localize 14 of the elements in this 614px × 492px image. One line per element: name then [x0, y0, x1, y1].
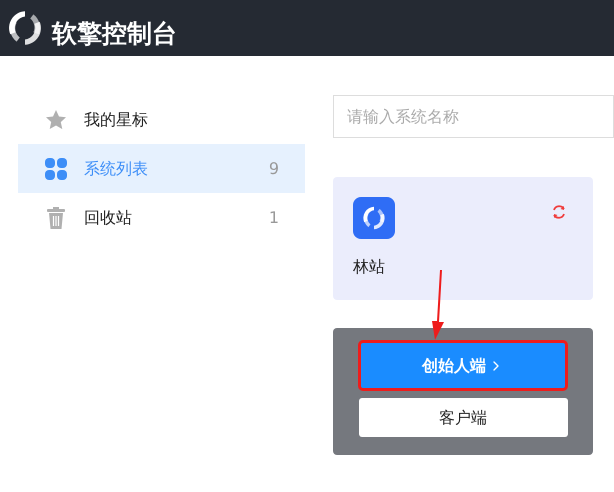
star-icon: [44, 108, 68, 132]
app-title: 软擎控制台: [52, 18, 177, 50]
refresh-icon[interactable]: [551, 204, 567, 220]
system-card[interactable]: 林站: [333, 177, 593, 300]
search-field[interactable]: 请输入系统名称: [333, 95, 614, 138]
item-label: 我的星标: [84, 108, 149, 130]
item-label: 回收站: [84, 206, 133, 228]
item-count: 9: [268, 158, 279, 180]
client-button[interactable]: 客户端: [358, 398, 568, 437]
grid-icon: [44, 156, 68, 180]
system-name: 林站: [353, 256, 386, 278]
item-label: 系统列表: [84, 158, 149, 180]
item-count: 1: [268, 206, 279, 228]
trash-icon: [44, 206, 68, 230]
